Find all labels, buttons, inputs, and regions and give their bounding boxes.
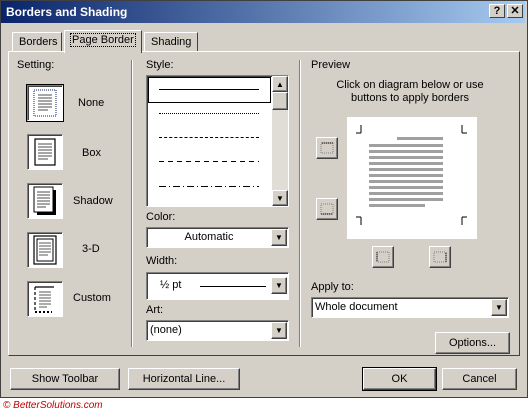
color-heading: Color: [146,211,176,223]
page-box-icon [34,138,56,166]
color-value: Automatic [184,231,234,243]
setting-none-label[interactable]: None [78,97,104,109]
setting-box-box[interactable] [27,134,63,170]
width-dropdown[interactable]: ½ pt ▼ [146,272,289,300]
title-bar: Borders and Shading [1,1,525,23]
tab-label: Page Border [70,33,136,47]
color-dropdown[interactable]: Automatic ▼ [146,227,289,248]
border-top-button[interactable] [316,137,338,159]
preview-hint-line2: buttons to apply borders [350,92,470,104]
line-style-dashed[interactable] [159,161,259,162]
border-right-icon [433,251,447,263]
line-style-solid[interactable] [159,89,259,90]
arrow-up-icon: ▲ [276,80,284,89]
page-custom-icon [34,286,54,313]
separator [299,60,301,347]
style-list[interactable]: ▲ ▼ [146,75,289,207]
setting-3d-box[interactable] [27,232,63,268]
chevron-down-icon: ▼ [495,303,503,312]
preview-hint-line1: Click on diagram below or use [336,79,484,91]
chevron-down-icon: ▼ [275,233,283,242]
tab-borders[interactable]: Borders [12,32,62,52]
scroll-up-button[interactable]: ▲ [272,76,288,92]
tab-label: Shading [151,36,192,48]
preview-diagram[interactable] [347,117,477,239]
copyright-text: © BetterSolutions.com [3,400,103,411]
horizontal-line-button[interactable]: Horizontal Line... [128,368,240,390]
show-toolbar-button[interactable]: Show Toolbar [10,368,120,390]
arrow-down-icon: ▼ [276,194,284,203]
setting-custom-label[interactable]: Custom [73,292,111,304]
line-style-dotted[interactable] [159,113,259,114]
border-left-button[interactable] [372,246,394,268]
close-button[interactable]: ✕ [507,4,523,18]
tab-label: Borders [19,36,58,48]
art-dropdown[interactable]: (none) ▼ [146,320,289,341]
line-style-dash-dot[interactable] [159,186,259,187]
help-button[interactable]: ? [489,4,505,18]
setting-custom-box[interactable] [27,281,63,317]
setting-shadow-label[interactable]: Shadow [73,195,113,207]
preview-page-icon [356,125,467,225]
art-value: (none) [150,324,182,336]
width-heading: Width: [146,255,178,267]
ok-button[interactable]: OK [362,367,437,391]
art-heading: Art: [146,304,164,316]
setting-none-box[interactable] [26,84,64,122]
dropdown-button[interactable]: ▼ [271,277,287,294]
close-icon: ✕ [510,5,520,17]
style-scrollbar[interactable]: ▲ ▼ [272,76,288,206]
style-heading: Style: [146,59,174,71]
tab-page-border[interactable]: Page Border [64,30,142,53]
setting-heading: Setting: [17,59,55,71]
preview-heading: Preview [311,59,351,71]
scroll-down-button[interactable]: ▼ [272,190,288,206]
border-left-icon [376,251,390,263]
apply-to-value: Whole document [315,301,398,313]
setting-box-label[interactable]: Box [82,147,101,159]
help-icon: ? [493,5,501,17]
border-bottom-icon [320,203,334,215]
tab-shading[interactable]: Shading [144,32,198,52]
border-top-icon [320,142,334,154]
apply-to-heading: Apply to: [311,281,354,293]
dropdown-button[interactable]: ▼ [491,299,507,316]
style-item-selected[interactable] [148,77,271,103]
dropdown-button[interactable]: ▼ [271,322,287,339]
dropdown-button[interactable]: ▼ [271,229,287,246]
scroll-thumb[interactable] [272,92,288,110]
width-value: ½ pt [160,279,182,291]
setting-shadow-box[interactable] [27,183,63,219]
page-shadow-icon [33,186,56,215]
line-style-dashed-fine[interactable] [159,137,259,138]
page-3d-icon [33,235,57,265]
border-bottom-button[interactable] [316,198,338,220]
options-button[interactable]: Options... [435,332,510,354]
chevron-down-icon: ▼ [275,326,283,335]
chevron-down-icon: ▼ [275,281,283,290]
dialog-title: Borders and Shading [6,5,128,19]
page-none-icon [33,89,57,117]
cancel-button[interactable]: Cancel [442,368,517,390]
separator [131,60,133,347]
width-preview-line [200,286,266,287]
setting-3d-label[interactable]: 3-D [82,243,100,255]
apply-to-dropdown[interactable]: Whole document ▼ [311,297,509,318]
border-right-button[interactable] [429,246,451,268]
